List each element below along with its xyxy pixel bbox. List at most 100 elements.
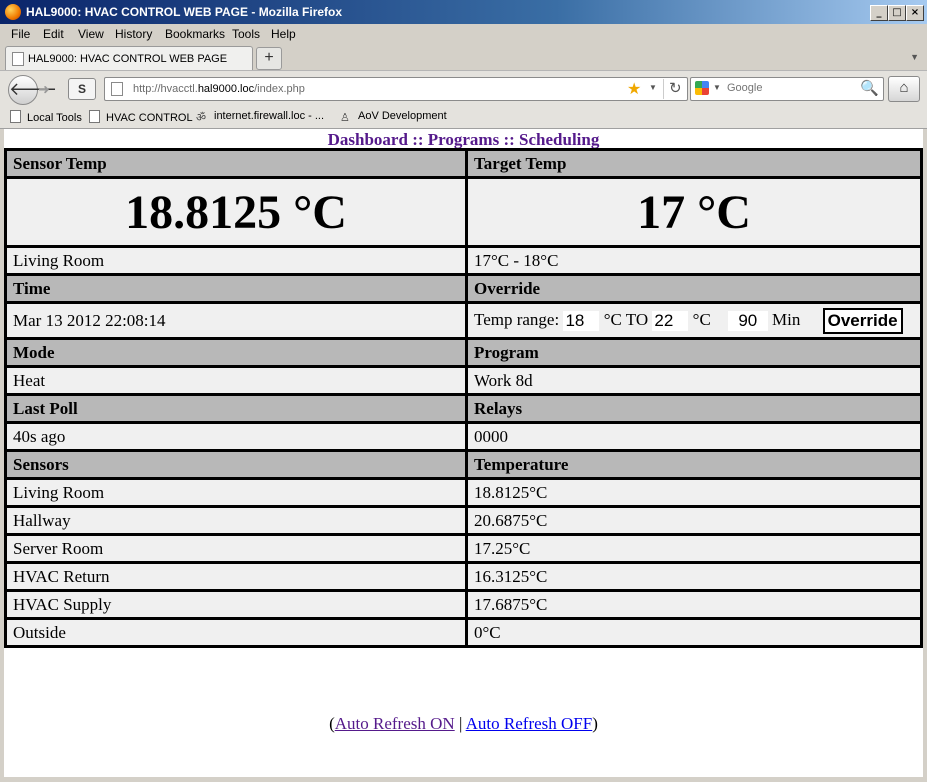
override-high-input[interactable] (652, 310, 689, 331)
menu-view[interactable]: View (78, 27, 104, 41)
address-url[interactable]: http://hvacctl.hal9000.loc/index.php (133, 83, 305, 95)
window-title-bar: HAL9000: HVAC CONTROL WEB PAGE - Mozilla… (0, 0, 927, 24)
override-to-label: °C TO (603, 309, 649, 329)
override-minutes-input[interactable] (727, 310, 768, 331)
sensor-temperature: 18.8125°C (465, 477, 923, 508)
firefox-icon (5, 4, 21, 20)
nav-separator: :: (503, 130, 515, 149)
sensor-name: Hallway (4, 505, 468, 536)
sensor-temperature: 20.6875°C (465, 505, 923, 536)
google-icon[interactable] (695, 81, 709, 95)
target-temp-value: 17 °C (465, 176, 923, 248)
override-button[interactable]: Override (822, 307, 903, 334)
forward-button[interactable]: ➜ (38, 81, 50, 98)
page-icon (111, 82, 123, 96)
auto-refresh-off-link[interactable]: Auto Refresh OFF (466, 714, 593, 733)
menu-bar: File Edit View History Bookmarks Tools H… (0, 24, 927, 44)
menu-help[interactable]: Help (271, 27, 296, 41)
program-header: Program (465, 337, 923, 368)
sensor-temperature: 0°C (465, 617, 923, 648)
nav-separator: :: (412, 130, 424, 149)
table-row: Hallway 20.6875°C (4, 505, 923, 536)
time-value: Mar 13 2012 22:08:14 (4, 301, 468, 340)
search-engine-dropdown-icon[interactable]: ▼ (713, 83, 721, 92)
url-dropdown-icon[interactable]: ▼ (649, 83, 657, 92)
override-header: Override (465, 273, 923, 304)
table-row: Outside 0°C (4, 617, 923, 648)
menu-edit[interactable]: Edit (43, 27, 64, 41)
aov-icon: ♙ (340, 112, 350, 124)
override-form: Temp range: °C TO °C Min Override (465, 301, 923, 340)
nav-dashboard-link[interactable]: Dashboard (328, 130, 408, 149)
sensor-temperature: 16.3125°C (465, 561, 923, 592)
override-low-input[interactable] (563, 310, 600, 331)
sensor-name: HVAC Return (4, 561, 468, 592)
new-tab-button[interactable]: + (256, 47, 282, 70)
sensor-temperature: 17.25°C (465, 533, 923, 564)
nav-scheduling-link[interactable]: Scheduling (519, 130, 599, 149)
search-input[interactable] (725, 81, 849, 95)
sensor-temp-header: Sensor Temp (4, 148, 468, 179)
bookmark-hvac-control[interactable]: HVAC CONTROL (89, 110, 193, 124)
relays-header: Relays (465, 393, 923, 424)
menu-bookmarks[interactable]: Bookmarks (165, 27, 225, 41)
sensors-header: Sensors (4, 449, 468, 480)
search-icon[interactable]: 🔍 (860, 79, 879, 97)
menu-history[interactable]: History (115, 27, 152, 41)
bookmark-firewall[interactable]: ॐ internet.firewall.loc - ... (196, 110, 324, 124)
close-icon[interactable]: × (906, 5, 924, 21)
page-content: Dashboard :: Programs :: Scheduling Sens… (4, 129, 923, 777)
firewall-icon: ॐ (196, 112, 207, 124)
back-button[interactable]: 🡐 (8, 75, 57, 105)
table-row: Living Room 18.8125°C (4, 477, 923, 508)
bookmarks-toolbar: Local Tools HVAC CONTROL ॐ internet.firew… (0, 106, 927, 129)
target-range: 17°C - 18°C (465, 245, 923, 276)
time-header: Time (4, 273, 468, 304)
home-button[interactable]: ⌂ (888, 76, 920, 102)
search-bar: ▼ 🔍 (690, 77, 884, 101)
override-min-label: Min (772, 309, 801, 329)
sensor-temperature: 17.6875°C (465, 589, 923, 620)
override-unit-label: °C (692, 309, 711, 329)
menu-tools[interactable]: Tools (232, 27, 260, 41)
status-table: Sensor Temp Target Temp 18.8125 °C 17 °C… (4, 148, 923, 648)
refresh-separator: | (458, 714, 463, 733)
program-value: Work 8d (465, 365, 923, 396)
temperature-header: Temperature (465, 449, 923, 480)
tab-hvac-control[interactable]: HAL9000: HVAC CONTROL WEB PAGE (5, 46, 253, 70)
auto-refresh-controls: (Auto Refresh ON | Auto Refresh OFF) (4, 714, 923, 734)
sensor-name: HVAC Supply (4, 589, 468, 620)
page-icon (89, 110, 100, 123)
page-navigation: Dashboard :: Programs :: Scheduling (4, 130, 923, 150)
relays-value: 0000 (465, 421, 923, 452)
table-row: HVAC Supply 17.6875°C (4, 589, 923, 620)
sensor-location: Living Room (4, 245, 468, 276)
auto-refresh-on-link[interactable]: Auto Refresh ON (335, 714, 455, 733)
sensor-name: Server Room (4, 533, 468, 564)
menu-file[interactable]: File (11, 27, 30, 41)
window-title: HAL9000: HVAC CONTROL WEB PAGE - Mozilla… (26, 5, 343, 19)
maximize-icon[interactable]: □ (888, 5, 906, 21)
s-addon-button[interactable]: S (68, 78, 96, 100)
mode-value: Heat (4, 365, 468, 396)
tab-label: HAL9000: HVAC CONTROL WEB PAGE (28, 53, 228, 65)
target-temp-header: Target Temp (465, 148, 923, 179)
minimize-icon[interactable]: _ (870, 5, 888, 21)
nav-programs-link[interactable]: Programs (428, 130, 499, 149)
bookmark-aov-development[interactable]: ♙ AoV Development (340, 110, 447, 124)
table-row: HVAC Return 16.3125°C (4, 561, 923, 592)
navigation-toolbar: 🡐 ➜ S http://hvacctl.hal9000.loc/index.p… (0, 70, 927, 107)
override-range-label: Temp range: (474, 309, 560, 329)
page-icon (10, 110, 21, 123)
mode-header: Mode (4, 337, 468, 368)
address-bar[interactable]: http://hvacctl.hal9000.loc/index.php ★ ▼… (104, 77, 688, 101)
tab-strip: HAL9000: HVAC CONTROL WEB PAGE + ▼ (0, 44, 927, 70)
sensor-temp-value: 18.8125 °C (4, 176, 468, 248)
bookmark-local-tools[interactable]: Local Tools (10, 110, 82, 124)
table-row: Server Room 17.25°C (4, 533, 923, 564)
sensor-name: Living Room (4, 477, 468, 508)
bookmark-star-icon[interactable]: ★ (627, 79, 641, 99)
last-poll-header: Last Poll (4, 393, 468, 424)
reload-icon[interactable]: ↻ (663, 79, 682, 99)
tab-list-icon[interactable]: ▼ (910, 52, 919, 62)
